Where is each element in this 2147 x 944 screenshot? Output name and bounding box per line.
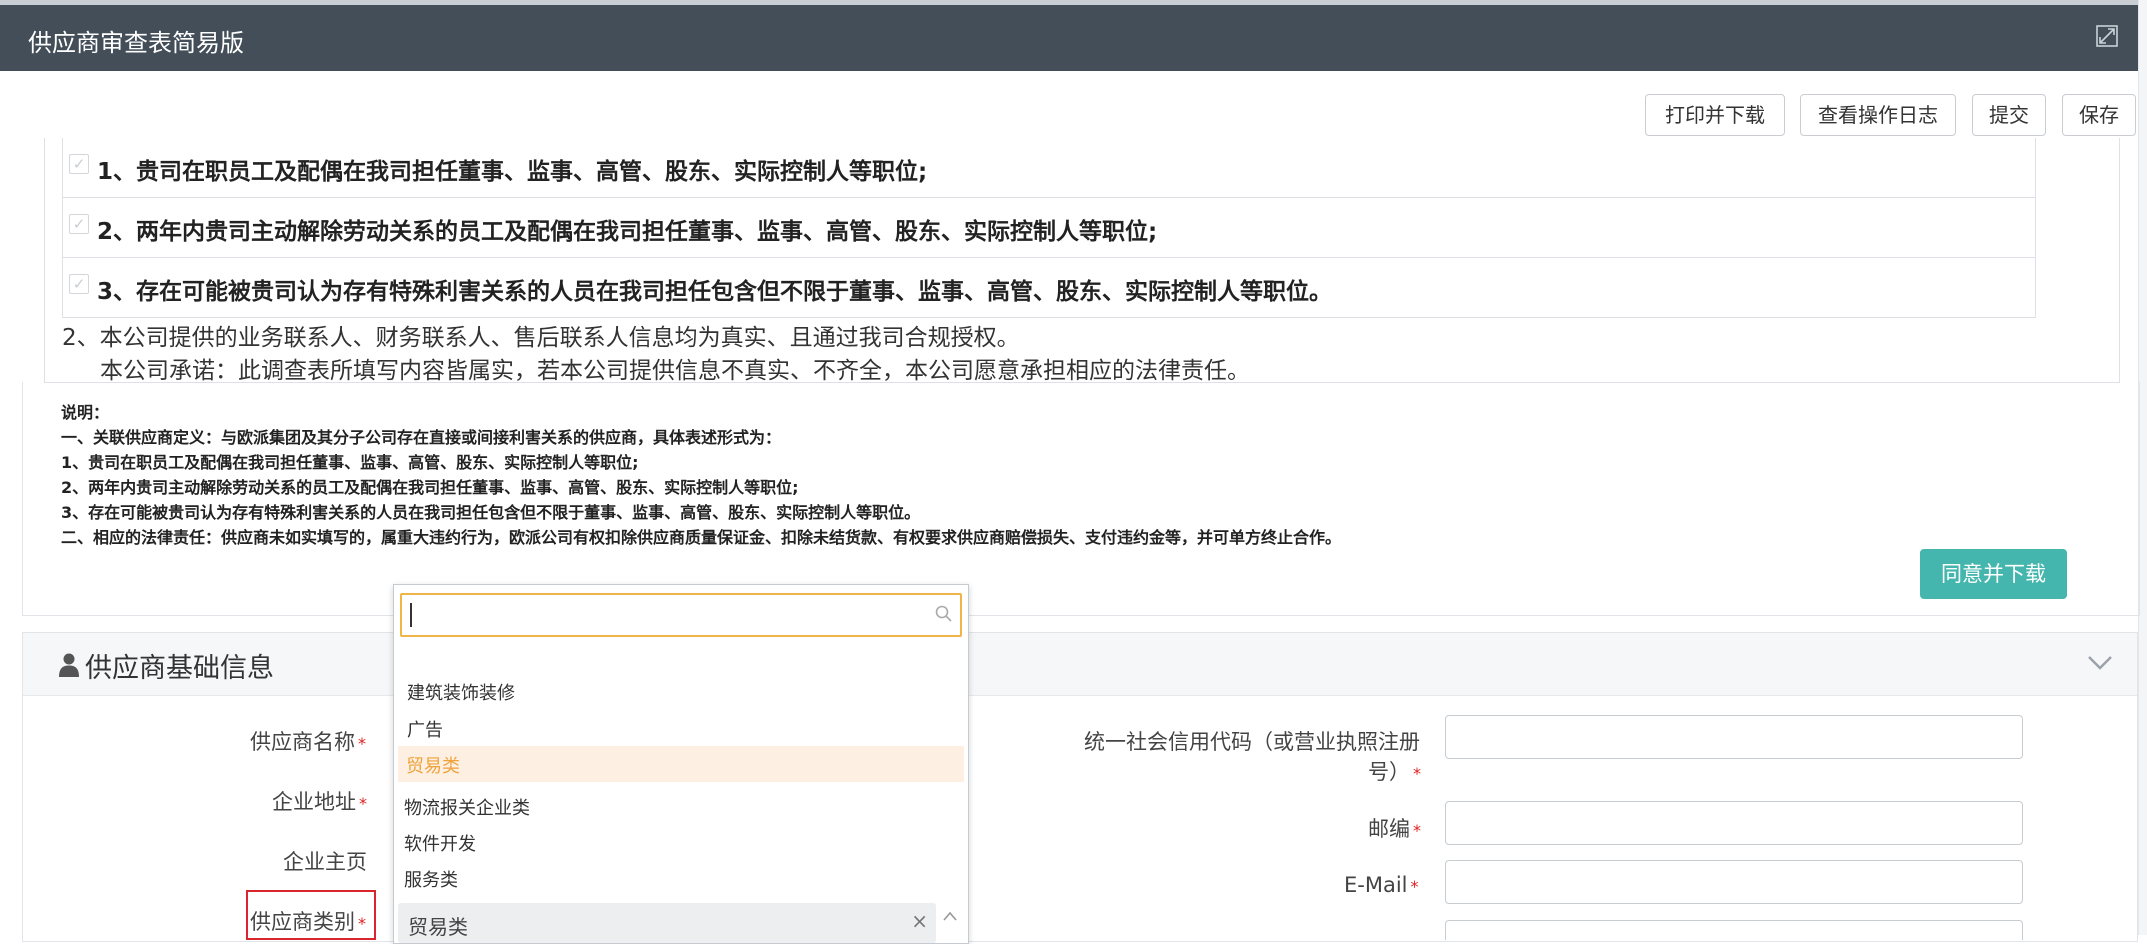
zip-input[interactable] bbox=[1445, 801, 2023, 845]
statement-promise: 本公司承诺：此调查表所填写内容皆属实，若本公司提供信息不真实、不齐全，本公司愿意… bbox=[100, 358, 1250, 384]
commitment-text: 2、两年内贵司主动解除劳动关系的员工及配偶在我司担任董事、监事、高管、股东、实际… bbox=[97, 219, 1158, 245]
chevron-up-icon[interactable] bbox=[942, 909, 958, 923]
selected-tag-label: 贸易类 bbox=[408, 915, 468, 939]
dropdown-option-label: 贸易类 bbox=[406, 756, 460, 777]
dropdown-search-input[interactable] bbox=[400, 593, 962, 637]
supplier-name-label: 供应商名称 * bbox=[250, 730, 366, 754]
agree-download-button[interactable]: 同意并下载 bbox=[1920, 549, 2067, 599]
selected-tag: 贸易类 × bbox=[398, 903, 936, 943]
notes-line: 一、关联供应商定义：与欧派集团及其分子公司存在直接或间接利害关系的供应商，具体表… bbox=[61, 428, 782, 447]
notes-line: 3、存在可能被贵司认为存有特殊利害关系的人员在我司担任包含但不限于董事、监事、高… bbox=[61, 503, 921, 522]
email-input[interactable] bbox=[1445, 860, 2023, 904]
section-header[interactable]: 供应商基础信息 bbox=[23, 633, 2137, 696]
dropdown-option[interactable]: 广告 bbox=[407, 716, 443, 742]
commitment-checkbox[interactable]: ✓ bbox=[69, 154, 89, 174]
homepage-label: 企业主页 bbox=[283, 850, 367, 874]
dropdown-option[interactable]: 服务类 bbox=[404, 866, 458, 892]
notes-line: 2、两年内贵司主动解除劳动关系的员工及配偶在我司担任董事、监事、高管、股东、实际… bbox=[61, 478, 799, 497]
dialog-title: 供应商审查表简易版 bbox=[28, 29, 244, 57]
search-icon bbox=[935, 605, 952, 622]
credit-code-label-2: 号） * bbox=[1368, 760, 1421, 784]
view-log-button[interactable]: 查看操作日志 bbox=[1800, 94, 1956, 136]
maximize-icon[interactable] bbox=[2096, 25, 2118, 47]
next-input[interactable] bbox=[1445, 920, 2023, 940]
chevron-up-icon[interactable] bbox=[2087, 653, 2113, 673]
dropdown-option-selected[interactable]: 贸易类 bbox=[398, 746, 964, 782]
commitment-checkbox[interactable]: ✓ bbox=[69, 214, 89, 234]
commitment-text: 3、存在可能被贵司认为存有特殊利害关系的人员在我司担任包含但不限于董事、监事、高… bbox=[97, 279, 1333, 305]
commitment-text: 1、贵司在职员工及配偶在我司担任董事、监事、高管、股东、实际控制人等职位; bbox=[97, 159, 928, 185]
address-label: 企业地址 * bbox=[272, 790, 367, 814]
save-button[interactable]: 保存 bbox=[2062, 94, 2136, 136]
statement-contacts: 2、本公司提供的业务联系人、财务联系人、售后联系人信息均为真实、且通过我司合规授… bbox=[62, 325, 1020, 351]
notes-line: 说明： bbox=[61, 403, 110, 422]
print-download-button[interactable]: 打印并下载 bbox=[1645, 94, 1785, 136]
category-label: 供应商类别 * bbox=[250, 910, 366, 934]
credit-code-input[interactable] bbox=[1445, 715, 2023, 759]
submit-button[interactable]: 提交 bbox=[1972, 94, 2046, 136]
category-dropdown: 建筑装饰装修 广告 贸易类 物流报关企业类 软件开发 服务类 贸易类 × bbox=[393, 584, 969, 944]
commitment-row: ✓ 3、存在可能被贵司认为存有特殊利害关系的人员在我司担任包含但不限于董事、监事… bbox=[63, 257, 2035, 317]
email-label: E-Mail * bbox=[1344, 873, 1419, 897]
close-icon[interactable]: × bbox=[911, 909, 928, 933]
dialog-titlebar: 供应商审查表简易版 bbox=[0, 5, 2138, 71]
dropdown-option[interactable]: 建筑装饰装修 bbox=[407, 679, 515, 705]
commitment-list: ✓ 1、贵司在职员工及配偶在我司担任董事、监事、高管、股东、实际控制人等职位; … bbox=[62, 138, 2036, 318]
commitment-checkbox[interactable]: ✓ bbox=[69, 274, 89, 294]
dropdown-option[interactable]: 物流报关企业类 bbox=[404, 794, 530, 820]
commitment-row: ✓ 2、两年内贵司主动解除劳动关系的员工及配偶在我司担任董事、监事、高管、股东、… bbox=[63, 197, 2035, 257]
user-icon bbox=[59, 653, 79, 677]
section-title: 供应商基础信息 bbox=[85, 653, 274, 684]
notes-block: 说明： 一、关联供应商定义：与欧派集团及其分子公司存在直接或间接利害关系的供应商… bbox=[61, 400, 1341, 550]
notes-line: 1、贵司在职员工及配偶在我司担任董事、监事、高管、股东、实际控制人等职位; bbox=[61, 453, 639, 472]
zip-label: 邮编 * bbox=[1368, 817, 1421, 841]
text-caret bbox=[410, 603, 412, 627]
notes-line: 二、相应的法律责任：供应商未如实填写的，属重大违约行为，欧派公司有权扣除供应商质… bbox=[61, 528, 1342, 547]
credit-code-label: 统一社会信用代码（或营业执照注册 bbox=[1084, 730, 1420, 754]
commitment-row: ✓ 1、贵司在职员工及配偶在我司担任董事、监事、高管、股东、实际控制人等职位; bbox=[63, 138, 2035, 197]
dropdown-option[interactable]: 软件开发 bbox=[404, 830, 476, 856]
